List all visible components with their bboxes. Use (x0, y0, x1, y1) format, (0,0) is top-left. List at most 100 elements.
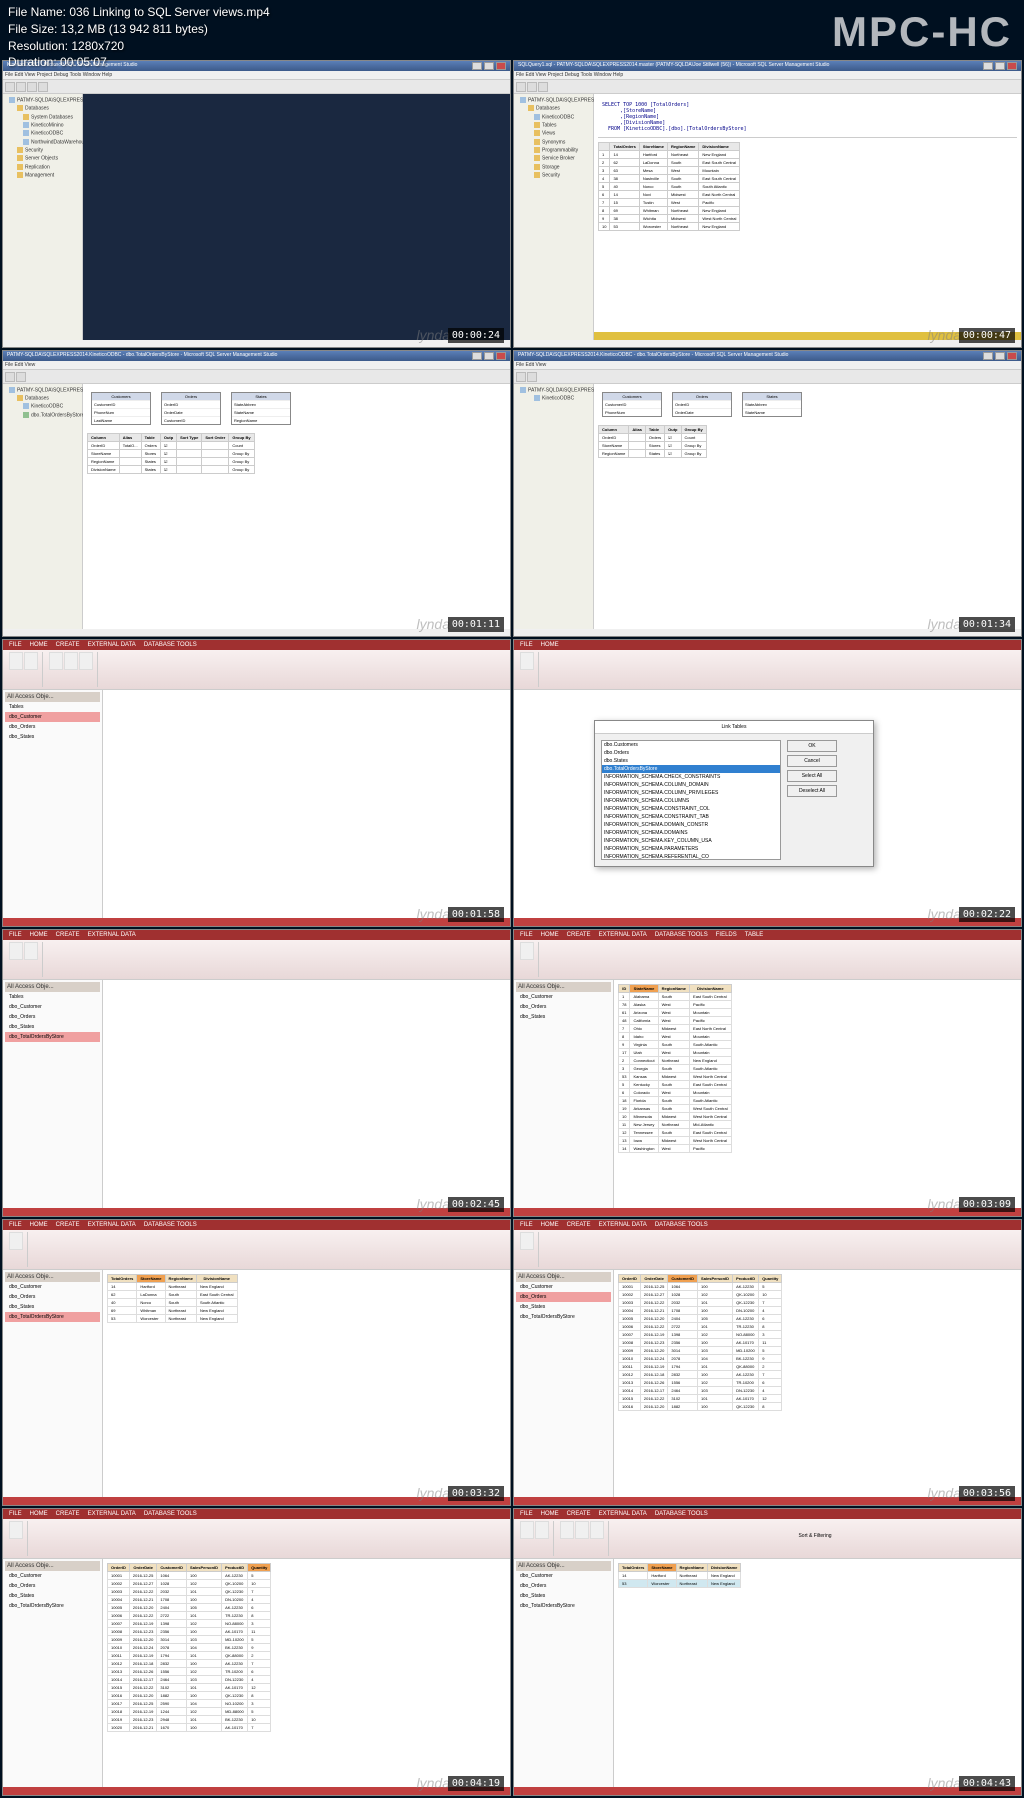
lynda-watermark: lynda (928, 1485, 961, 1501)
view-link[interactable]: dbo_TotalOrdersByStore (5, 1032, 100, 1042)
timestamp: 00:02:22 (959, 907, 1015, 922)
folder-icon (17, 155, 23, 161)
timestamp: 00:04:19 (448, 1776, 504, 1791)
ok-button[interactable]: OK (787, 740, 837, 752)
thumb-4: PATMY-SQLDA\SQLEXPRESS2014.KineticoODBC … (513, 350, 1022, 638)
query-editor[interactable]: SELECT TOP 1000 [TotalOrders] ,[StoreNam… (594, 94, 1021, 340)
lynda-watermark: lynda (928, 327, 961, 343)
datasheet-view: OrderIDOrderDateCustomerIDSalesPersonIDP… (103, 1559, 510, 1796)
criteria-grid[interactable]: ColumnAliasTableOutpSort TypeSort OrderG… (87, 433, 255, 474)
nav-pane: All Access Obje... dbo_Customer dbo_Orde… (514, 1270, 614, 1507)
maximize-button[interactable] (484, 62, 494, 70)
timestamp: 00:04:43 (959, 1776, 1015, 1791)
thumb-9: FILE HOME CREATE EXTERNAL DATA DATABASE … (2, 1219, 511, 1507)
server-icon (9, 97, 15, 103)
thumb-2: SQLQuery1.sql - PATMY-SQLDA\SQLEXPRESS20… (513, 60, 1022, 348)
minimize-button[interactable] (983, 62, 993, 70)
table-link[interactable]: dbo_Orders (5, 722, 100, 732)
thumb-3: PATMY-SQLDA\SQLEXPRESS2014.KineticoODBC … (2, 350, 511, 638)
thumb-12: FILE HOME CREATE EXTERNAL DATA DATABASE … (513, 1508, 1022, 1796)
lynda-watermark: lynda (417, 1196, 450, 1212)
timestamp: 00:01:34 (959, 617, 1015, 632)
timestamp: 00:02:45 (448, 1197, 504, 1212)
ssms-titlebar: SQLQuery1.sql - PATMY-SQLDA\SQLEXPRESS20… (514, 61, 1021, 71)
thumbnail-grid: KineticoODBC - Microsoft SQL Server Mana… (0, 0, 1024, 1798)
folder-icon (17, 164, 23, 170)
nav-pane[interactable]: All Access Obje... Tables dbo_Customer d… (3, 980, 103, 1217)
table-link[interactable]: dbo_Customer (5, 712, 100, 722)
ribbon[interactable] (3, 650, 510, 690)
access-ribbon-tabs[interactable]: FILE HOME CREATE EXTERNAL DATA DATABASE … (3, 640, 510, 650)
link-tables-dialog: Link Tables dbo.Customers dbo.Orders dbo… (594, 720, 874, 867)
timestamp: 00:03:56 (959, 1486, 1015, 1501)
toolbar[interactable] (3, 80, 510, 94)
maximize-button[interactable] (995, 62, 1005, 70)
timestamp: 00:03:09 (959, 1197, 1015, 1212)
datasheet-view: TotalOrdersStoreNameRegionNameDivisionNa… (614, 1559, 1021, 1796)
minimize-button[interactable] (472, 62, 482, 70)
thumb-8: FILE HOME CREATE EXTERNAL DATA DATABASE … (513, 929, 1022, 1217)
timestamp: 00:03:32 (448, 1486, 504, 1501)
datasheet-view: OrderIDOrderDateCustomerIDSalesPersonIDP… (614, 1270, 1021, 1507)
timestamp: 00:01:11 (448, 617, 504, 632)
sort-filter-label: Sort & Filtering (611, 1521, 1019, 1556)
select-all-button[interactable]: Select All (787, 770, 837, 782)
object-explorer[interactable]: PATMY-SQLDA\SQLEXPRESS2014 (SQL Server 1… (3, 94, 83, 340)
object-explorer[interactable]: PATMY-SQLDA\SQLEXPRESS2014 (SQL Server 1… (514, 94, 594, 340)
nav-header[interactable]: All Access Obje... (5, 692, 100, 702)
nav-pane[interactable]: All Access Obje... dbo_Customer dbo_Orde… (514, 980, 614, 1217)
lynda-watermark: lynda (417, 906, 450, 922)
view-designer[interactable]: CustomersCustomerIDPhoneNumLastName Orde… (83, 384, 510, 630)
folder-icon (17, 147, 23, 153)
toolbar[interactable] (514, 80, 1021, 94)
folder-icon (17, 105, 23, 111)
ribbon[interactable]: Sort & Filtering (514, 1519, 1021, 1559)
window-title: PATMY-SQLDA\SQLEXPRESS2014.KineticoODBC … (518, 352, 788, 360)
deselect-all-button[interactable]: Deselect All (787, 785, 837, 797)
folder-icon (17, 172, 23, 178)
window-title: PATMY-SQLDA\SQLEXPRESS2014.KineticoODBC … (7, 352, 277, 360)
nav-pane: All Access Obje... dbo_Customer dbo_Orde… (514, 1559, 614, 1796)
object-explorer[interactable]: PATMY-SQLDA\SQLEXPRESS2014 (SQL Server 1… (514, 384, 594, 630)
server-icon (520, 97, 526, 103)
table-link[interactable]: dbo_States (5, 732, 100, 742)
menubar[interactable]: File Edit View (514, 361, 1021, 370)
menubar[interactable]: File Edit View (3, 361, 510, 370)
table-states: StatesStateAbbrevStateNameRegionName (231, 392, 291, 425)
thumb-7: FILE HOME CREATE EXTERNAL DATA All Acces… (2, 929, 511, 1217)
file-info-overlay: File Name: 036 Linking to SQL Server vie… (0, 0, 278, 75)
window-title: SQLQuery1.sql - PATMY-SQLDA\SQLEXPRESS20… (518, 62, 829, 70)
cancel-button[interactable]: Cancel (787, 755, 837, 767)
table-listbox[interactable]: dbo.Customers dbo.Orders dbo.States dbo.… (601, 740, 781, 860)
file-name: File Name: 036 Linking to SQL Server vie… (8, 4, 270, 21)
datasheet-view: TotalOrdersStoreNameRegionNameDivisionNa… (103, 1270, 510, 1507)
view-designer[interactable]: CustomersCustomerIDPhoneNum OrdersOrderI… (594, 384, 1021, 630)
sql-text[interactable]: SELECT TOP 1000 [TotalOrders] ,[StoreNam… (598, 98, 1017, 138)
mpc-hc-watermark: MPC-HC (832, 8, 1012, 56)
table-customers: CustomersCustomerIDPhoneNumLastName (91, 392, 151, 425)
database-icon (23, 139, 29, 145)
file-resolution: Resolution: 1280x720 (8, 38, 270, 55)
lynda-watermark: lynda (417, 327, 450, 343)
object-explorer[interactable]: PATMY-SQLDA\SQLEXPRESS2014 (SQL Server 1… (3, 384, 83, 630)
close-button[interactable] (496, 62, 506, 70)
database-icon (23, 130, 29, 136)
menubar[interactable]: File Edit View Project Debug Tools Windo… (514, 71, 1021, 80)
timestamp: 00:00:47 (959, 328, 1015, 343)
close-button[interactable] (1007, 62, 1017, 70)
thumb-1: KineticoODBC - Microsoft SQL Server Mana… (2, 60, 511, 348)
lynda-watermark: lynda (417, 616, 450, 632)
thumb-5: FILE HOME CREATE EXTERNAL DATA DATABASE … (2, 639, 511, 927)
states-table: IDStateNameRegionNameDivisionName 1Alaba… (618, 984, 732, 1153)
table-orders: OrdersOrderIDOrderDateCustomerID (161, 392, 221, 425)
thumb-6: FILE HOME Link Tables dbo.Customers dbo.… (513, 639, 1022, 927)
timestamp: 00:01:58 (448, 907, 504, 922)
lynda-watermark: lynda (928, 616, 961, 632)
results-grid[interactable]: TotalOrdersStoreNameRegionNameDivisionNa… (598, 142, 740, 231)
datasheet-view[interactable]: IDStateNameRegionNameDivisionName 1Alaba… (614, 980, 1021, 1217)
lynda-watermark: lynda (928, 1196, 961, 1212)
nav-pane[interactable]: All Access Obje... Tables dbo_Customer d… (3, 690, 103, 927)
lynda-watermark: lynda (417, 1775, 450, 1791)
timestamp: 00:00:24 (448, 328, 504, 343)
criteria-grid: ColumnAliasTableOutpGroup By OrderIDOrde… (598, 425, 707, 458)
